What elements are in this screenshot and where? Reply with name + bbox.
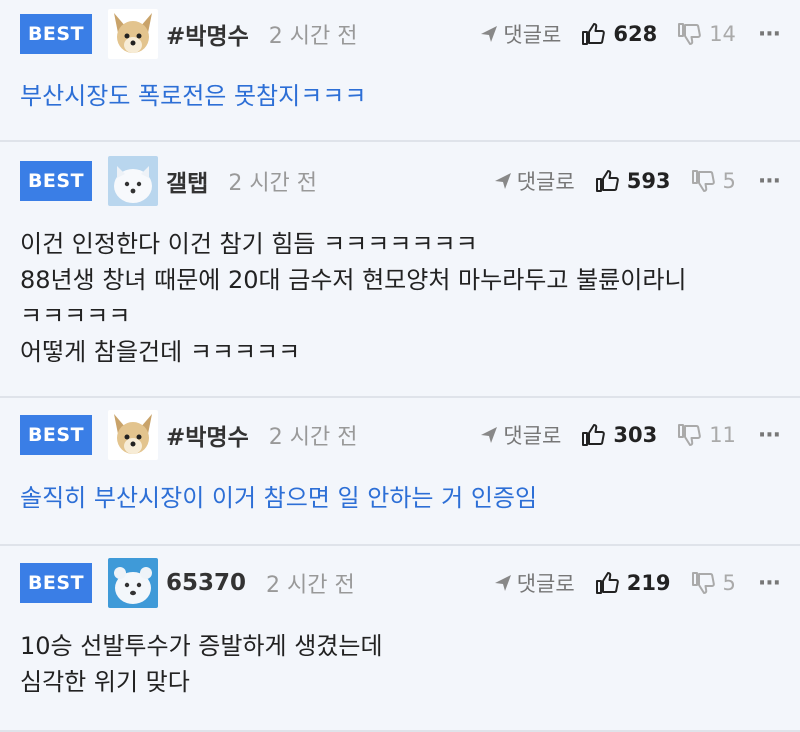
comment-card: BEST #박명수 2 시간 전 댓글로 628 14 ··· 부산시장도 폭로… bbox=[0, 0, 800, 142]
comment-header: BEST #박명수 2 시간 전 댓글로 628 14 ··· bbox=[20, 9, 781, 59]
more-options-icon[interactable]: ··· bbox=[758, 571, 781, 596]
comment-card: BEST 65370 2 시간 전 댓글로 219 5 ··· 10승 선발투수… bbox=[0, 546, 800, 732]
thumbs-down-icon bbox=[691, 170, 715, 192]
thumbs-up-icon bbox=[595, 170, 619, 192]
best-badge: BEST bbox=[20, 563, 92, 603]
like-count: 593 bbox=[626, 169, 671, 193]
reply-label: 댓글로 bbox=[516, 572, 575, 596]
like-button[interactable]: 303 bbox=[581, 423, 657, 447]
like-count: 628 bbox=[613, 22, 658, 46]
comment-text: 이건 인정한다 이건 참기 힘듬 ㅋㅋㅋㅋㅋㅋㅋ 88년생 창녀 때문에 20대… bbox=[20, 226, 780, 370]
dislike-count: 14 bbox=[709, 22, 736, 46]
more-options-icon[interactable]: ··· bbox=[758, 169, 781, 194]
thumbs-up-icon bbox=[595, 572, 619, 594]
comment-line: 솔직히 부산시장이 이거 참으면 일 안하는 거 인증임 bbox=[20, 484, 538, 512]
dislike-count: 11 bbox=[709, 423, 736, 447]
dislike-count: 5 bbox=[722, 169, 736, 193]
reply-button[interactable]: 댓글로 bbox=[493, 568, 575, 598]
thumbs-down-icon bbox=[678, 23, 702, 45]
timestamp: 2 시간 전 bbox=[228, 171, 318, 196]
dislike-count: 5 bbox=[722, 571, 736, 595]
chihuahua-avatar[interactable] bbox=[108, 410, 158, 460]
comment-line: ㅋㅋㅋㅋㅋ bbox=[20, 302, 131, 330]
nickname[interactable]: 65370 bbox=[166, 570, 246, 596]
thumbs-down-icon bbox=[678, 424, 702, 446]
like-button[interactable]: 628 bbox=[581, 22, 657, 46]
like-count: 219 bbox=[626, 571, 671, 595]
comment-line: 부산시장도 폭로전은 못참지ㅋㅋㅋ bbox=[20, 82, 367, 110]
polar-bear-avatar[interactable] bbox=[108, 558, 158, 608]
chihuahua-avatar[interactable] bbox=[108, 9, 158, 59]
timestamp: 2 시간 전 bbox=[268, 24, 358, 49]
comment-text: 10승 선발투수가 증발하게 생겼는데 심각한 위기 맞다 bbox=[20, 628, 780, 700]
like-count: 303 bbox=[613, 423, 658, 447]
reply-button[interactable]: 댓글로 bbox=[493, 166, 575, 196]
comment-header: BEST 갤탭 2 시간 전 댓글로 593 5 ··· bbox=[20, 156, 781, 206]
comment-line: 이건 인정한다 이건 참기 힘듬 ㅋㅋㅋㅋㅋㅋㅋ bbox=[20, 230, 478, 258]
reply-arrow-icon bbox=[494, 575, 511, 591]
timestamp: 2 시간 전 bbox=[266, 573, 355, 598]
dislike-button[interactable]: 11 bbox=[677, 423, 736, 447]
reply-button[interactable]: 댓글로 bbox=[479, 19, 561, 49]
best-badge: BEST bbox=[20, 161, 92, 201]
reply-arrow-icon bbox=[481, 26, 498, 42]
more-options-icon[interactable]: ··· bbox=[758, 22, 781, 47]
dislike-button[interactable]: 14 bbox=[677, 22, 736, 46]
like-button[interactable]: 219 bbox=[595, 571, 671, 595]
reply-arrow-icon bbox=[494, 173, 511, 189]
reply-arrow-icon bbox=[481, 427, 498, 443]
comment-line: 어떻게 참을건데 ㅋㅋㅋㅋㅋ bbox=[20, 338, 301, 366]
nickname[interactable]: #박명수 bbox=[166, 17, 249, 51]
white-dog-avatar[interactable] bbox=[108, 156, 158, 206]
best-badge: BEST bbox=[20, 14, 92, 54]
more-options-icon[interactable]: ··· bbox=[758, 423, 781, 448]
dislike-button[interactable]: 5 bbox=[691, 169, 736, 193]
nickname[interactable]: #박명수 bbox=[166, 418, 249, 452]
comment-header: BEST #박명수 2 시간 전 댓글로 303 11 ··· bbox=[20, 410, 781, 460]
comment-line: 심각한 위기 맞다 bbox=[20, 668, 190, 696]
reply-button[interactable]: 댓글로 bbox=[479, 420, 561, 450]
nickname[interactable]: 갤탭 bbox=[166, 164, 208, 198]
comment-card: BEST #박명수 2 시간 전 댓글로 303 11 ··· 솔직히 부산시장… bbox=[0, 398, 800, 546]
comment-header: BEST 65370 2 시간 전 댓글로 219 5 ··· bbox=[20, 558, 781, 608]
best-badge: BEST bbox=[20, 415, 92, 455]
reply-label: 댓글로 bbox=[503, 23, 562, 47]
comment-text: 솔직히 부산시장이 이거 참으면 일 안하는 거 인증임 bbox=[20, 480, 780, 516]
reply-label: 댓글로 bbox=[503, 424, 562, 448]
reply-label: 댓글로 bbox=[516, 170, 575, 194]
thumbs-up-icon bbox=[582, 424, 606, 446]
thumbs-down-icon bbox=[691, 572, 715, 594]
timestamp: 2 시간 전 bbox=[268, 425, 358, 450]
like-button[interactable]: 593 bbox=[595, 169, 671, 193]
comment-text: 부산시장도 폭로전은 못참지ㅋㅋㅋ bbox=[20, 78, 780, 114]
thumbs-up-icon bbox=[582, 23, 606, 45]
comment-line: 88년생 창녀 때문에 20대 금수저 현모양처 마누라두고 불륜이라니 bbox=[20, 266, 687, 294]
comment-line: 10승 선발투수가 증발하게 생겼는데 bbox=[20, 632, 383, 660]
comment-card: BEST 갤탭 2 시간 전 댓글로 593 5 ··· 이건 인정한다 이건 … bbox=[0, 142, 800, 398]
dislike-button[interactable]: 5 bbox=[691, 571, 736, 595]
